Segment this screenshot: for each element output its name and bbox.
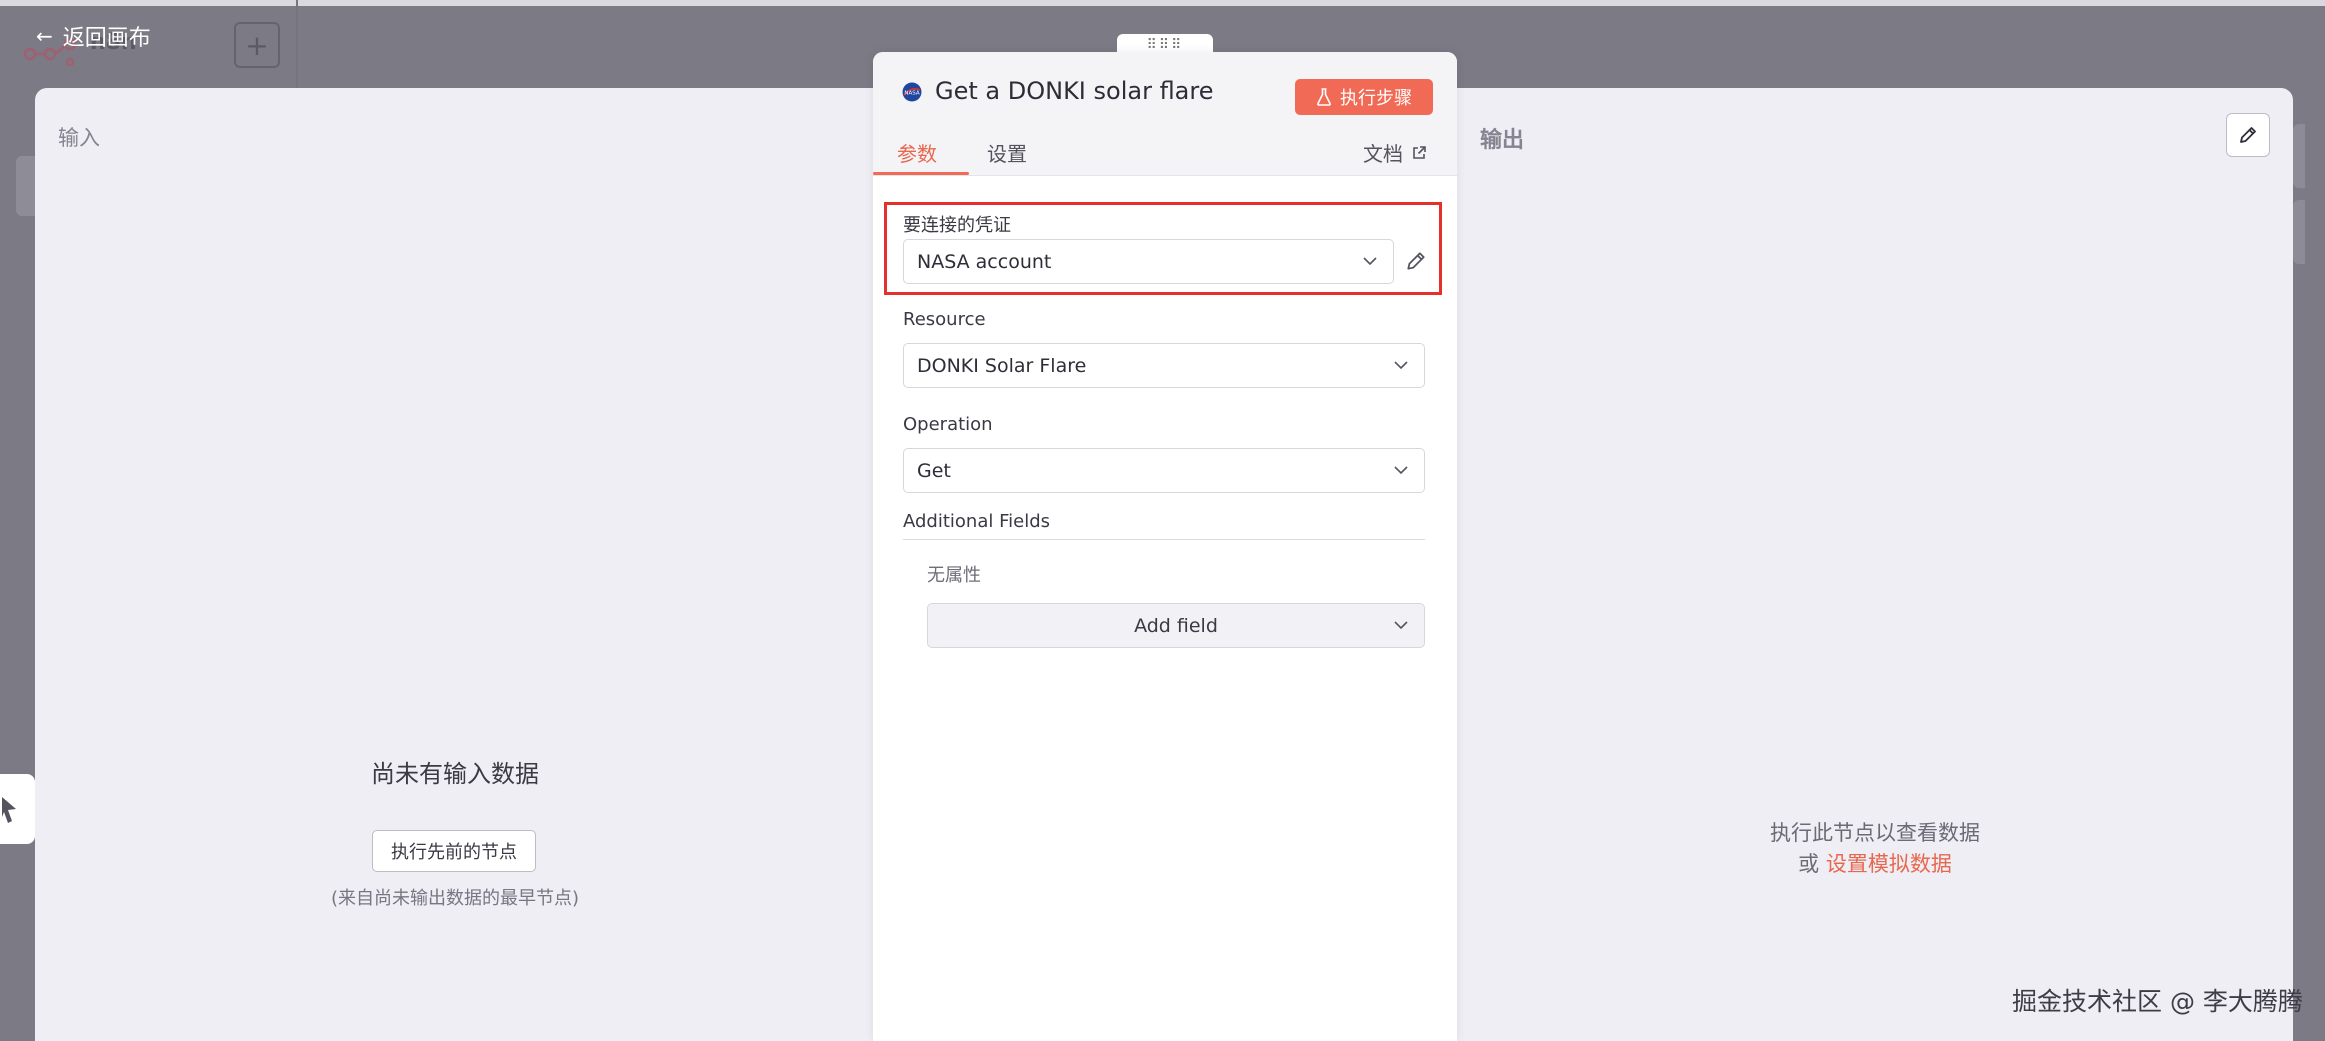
parameter-panel: NASA Get a DONKI solar flare 执行步骤 参数 设置 … [873, 52, 1457, 1041]
right-edge-tab [2293, 200, 2305, 264]
resource-value: DONKI Solar Flare [917, 354, 1087, 377]
active-tab-indicator [873, 172, 969, 175]
tab-parameters[interactable]: 参数 [897, 138, 937, 167]
no-properties-text: 无属性 [927, 565, 981, 586]
add-workflow-button[interactable]: + [234, 22, 280, 68]
output-panel-title: 输出 [1480, 128, 1525, 153]
back-to-canvas-link[interactable]: ← 返回画布 [36, 20, 151, 52]
docs-label: 文档 [1363, 142, 1403, 166]
execute-step-button[interactable]: 执行步骤 [1295, 79, 1433, 115]
back-to-canvas-label: 返回画布 [62, 26, 151, 51]
additional-fields-label: Additional Fields [903, 511, 1051, 532]
header-separator [296, 0, 298, 88]
chevron-down-icon [1394, 621, 1408, 630]
left-edge-tab [16, 156, 35, 216]
chevron-down-icon [1394, 361, 1408, 370]
edit-output-button[interactable] [2226, 113, 2270, 157]
output-hint-line: 执行此节点以查看数据 [1770, 821, 1980, 845]
operation-select[interactable]: Get [903, 448, 1425, 493]
no-input-title: 尚未有输入数据 [371, 760, 539, 788]
flask-icon [1317, 88, 1331, 106]
svg-text:NASA: NASA [904, 91, 919, 97]
right-edge-tab [2293, 124, 2305, 188]
credential-select[interactable]: NASA account [903, 239, 1394, 284]
chevron-down-icon [1394, 466, 1408, 475]
set-mock-data-link[interactable]: 设置模拟数据 [1826, 852, 1952, 876]
edit-credential-pencil-icon[interactable] [1405, 250, 1427, 272]
chevron-down-icon [1363, 257, 1377, 266]
arrow-left-icon: ← [36, 24, 53, 48]
resource-select[interactable]: DONKI Solar Flare [903, 343, 1425, 388]
cursor-arrow-icon [2, 797, 16, 823]
credential-label: 要连接的凭证 [903, 215, 1011, 236]
execute-previous-nodes-button[interactable]: 执行先前的节点 [372, 830, 536, 872]
operation-value: Get [917, 459, 951, 482]
nasa-logo-icon: NASA [902, 82, 922, 102]
drag-dots-icon: ⠿⠿⠿ [1146, 37, 1184, 53]
operation-label: Operation [903, 414, 993, 435]
no-input-subtitle: (来自尚未输出数据的最早节点) [330, 888, 580, 909]
side-handle[interactable] [0, 774, 35, 844]
input-panel-title: 输入 [58, 126, 100, 150]
docs-link[interactable]: 文档 [1363, 138, 1427, 167]
add-field-label: Add field [1134, 614, 1218, 637]
external-link-icon [1413, 145, 1426, 159]
parameter-panel-header: NASA Get a DONKI solar flare 执行步骤 参数 设置 … [873, 52, 1457, 176]
output-hint-line2: 或 设置模拟数据 [1690, 849, 2060, 880]
output-hint-prefix: 或 [1798, 852, 1820, 876]
watermark: 掘金技术社区 @ 李大腾腾 [2012, 987, 2303, 1016]
execute-step-label: 执行步骤 [1340, 88, 1412, 109]
output-hint: 执行此节点以查看数据 或 设置模拟数据 [1690, 818, 2060, 880]
node-title[interactable]: Get a DONKI solar flare [935, 77, 1214, 105]
additional-fields-divider [903, 539, 1425, 540]
top-strip [0, 0, 2325, 6]
credential-value: NASA account [917, 250, 1052, 273]
resource-label: Resource [903, 309, 986, 330]
tab-settings[interactable]: 设置 [987, 138, 1027, 167]
pencil-icon [2240, 127, 2256, 143]
add-field-dropdown[interactable]: Add field [927, 603, 1425, 648]
